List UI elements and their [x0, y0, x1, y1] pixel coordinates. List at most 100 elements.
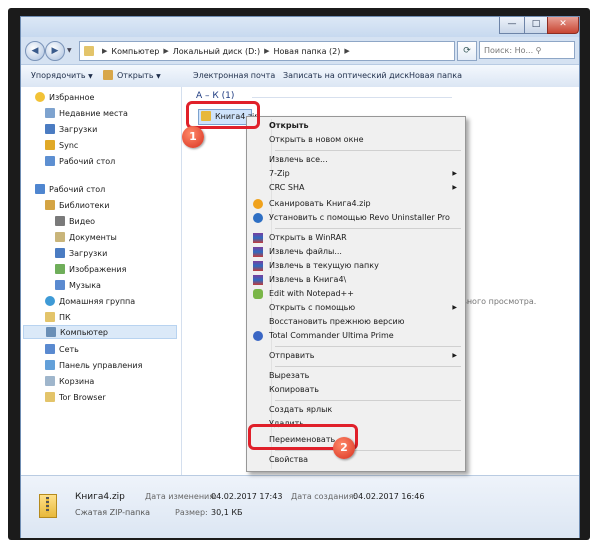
desktop-icon — [45, 156, 55, 166]
menu-label: Открыть с помощью — [269, 303, 356, 312]
menu-restore-version[interactable]: Восстановить прежнюю версию — [249, 315, 463, 329]
menu-7zip[interactable]: 7-Zip ▶ — [249, 167, 463, 181]
menu-label: Извлечь файлы... — [269, 247, 342, 256]
menu-winrar-extract[interactable]: Извлечь файлы... — [249, 245, 463, 259]
desktop-icon — [35, 184, 45, 194]
menu-open-new-window[interactable]: Открыть в новом окне — [249, 133, 463, 147]
new-folder-button[interactable]: Новая папка — [409, 69, 462, 83]
breadcrumb-computer[interactable]: Компьютер — [111, 47, 159, 56]
search-input[interactable]: Поиск: Но... ⚲ — [479, 41, 575, 59]
menu-separator — [275, 150, 461, 151]
menu-crc-sha[interactable]: CRC SHA ▶ — [249, 181, 463, 195]
recent-pages-dropdown[interactable]: ▼ — [67, 47, 72, 54]
navigation-pane: Избранное Недавние места Загрузки Sync Р… — [21, 87, 182, 475]
homegroup-icon — [45, 296, 55, 306]
breadcrumb-local-disk[interactable]: Локальный диск (D:) — [173, 47, 260, 56]
chevron-down-icon: ▼ — [88, 73, 93, 80]
arrow-left-icon: ◀ — [31, 46, 39, 56]
navigation-bar: ◀ ▶ ▼ ▶ Компьютер ▶ Локальный диск (D:) … — [21, 37, 579, 63]
nav-libraries[interactable]: Библиотеки — [45, 199, 109, 213]
breadcrumb-new-folder[interactable]: Новая папка (2) — [274, 47, 341, 56]
menu-open[interactable]: Открыть — [249, 119, 463, 133]
menu-total-commander[interactable]: Total Commander Ultima Prime — [249, 329, 463, 343]
close-button[interactable]: ✕ — [547, 17, 579, 34]
menu-separator — [275, 450, 461, 451]
menu-label: Восстановить прежнюю версию — [269, 317, 405, 326]
nav-pictures[interactable]: Изображения — [55, 263, 126, 277]
menu-copy[interactable]: Копировать — [249, 383, 463, 397]
nav-recent-places[interactable]: Недавние места — [45, 107, 128, 121]
breadcrumb-separator: ▶ — [163, 47, 169, 55]
menu-label: Создать ярлык — [269, 405, 333, 414]
menu-label: Копировать — [269, 385, 319, 394]
menu-send-to[interactable]: Отправить ▶ — [249, 349, 463, 363]
nav-label: Компьютер — [60, 328, 108, 337]
preview-pane-text: льного просмотра. — [457, 297, 537, 306]
nav-computer[interactable]: Компьютер — [23, 325, 177, 339]
winrar-icon — [253, 275, 263, 285]
minimize-button[interactable]: — — [499, 17, 525, 34]
nav-label: Tor Browser — [59, 393, 106, 402]
nav-video[interactable]: Видео — [55, 215, 95, 229]
nav-label: Документы — [69, 233, 117, 242]
documents-icon — [55, 232, 65, 242]
nav-downloads[interactable]: Загрузки — [45, 123, 97, 137]
menu-open-with[interactable]: Открыть с помощью ▶ — [249, 301, 463, 315]
nav-label: Загрузки — [59, 125, 98, 134]
menu-winrar-open[interactable]: Открыть в WinRAR — [249, 231, 463, 245]
menu-revo-install[interactable]: Установить с помощью Revo Uninstaller Pr… — [249, 211, 463, 225]
group-header[interactable]: А – К (1) — [196, 91, 234, 101]
maximize-button[interactable]: □ — [524, 17, 548, 34]
nav-control-panel[interactable]: Панель управления — [45, 359, 142, 373]
nav-documents[interactable]: Документы — [55, 231, 117, 245]
nav-homegroup[interactable]: Домашняя группа — [45, 295, 135, 309]
organize-button[interactable]: Упорядочить ▼ — [31, 69, 93, 83]
nav-pc[interactable]: ПК — [45, 311, 71, 325]
nav-label: Корзина — [59, 377, 95, 386]
submenu-arrow-icon: ▶ — [452, 352, 457, 359]
menu-properties[interactable]: Свойства — [249, 453, 463, 467]
menu-scan[interactable]: Сканировать Книга4.zip — [249, 197, 463, 211]
menu-create-shortcut[interactable]: Создать ярлык — [249, 403, 463, 417]
menu-label: Открыть в WinRAR — [269, 233, 347, 242]
details-modified-label: Дата изменения: — [145, 492, 217, 501]
nav-label: Библиотеки — [59, 201, 110, 210]
burn-button[interactable]: Записать на оптический диск — [283, 69, 409, 83]
nav-desktop[interactable]: Рабочий стол — [35, 183, 105, 197]
forward-button[interactable]: ▶ — [45, 41, 65, 61]
menu-label: 7-Zip — [269, 169, 290, 178]
file-highlight-box — [186, 101, 260, 129]
menu-label: Открыть в новом окне — [269, 135, 364, 144]
menu-winrar-extract-here[interactable]: Извлечь в текущую папку — [249, 259, 463, 273]
computer-icon — [46, 327, 56, 337]
refresh-button[interactable]: ⟳ — [457, 41, 477, 61]
submenu-arrow-icon: ▶ — [452, 304, 457, 311]
nav-label: Панель управления — [59, 361, 143, 370]
menu-label: Извлечь в Книга4\ — [269, 275, 347, 284]
address-bar[interactable]: ▶ Компьютер ▶ Локальный диск (D:) ▶ Нова… — [79, 41, 455, 61]
refresh-icon: ⟳ — [463, 46, 471, 56]
nav-music[interactable]: Музыка — [55, 279, 101, 293]
nav-network[interactable]: Сеть — [45, 343, 79, 357]
nav-label: Изображения — [69, 265, 127, 274]
email-button[interactable]: Электронная почта — [193, 69, 275, 83]
nav-lib-downloads[interactable]: Загрузки — [55, 247, 107, 261]
back-button[interactable]: ◀ — [25, 41, 45, 61]
menu-notepadpp[interactable]: Edit with Notepad++ — [249, 287, 463, 301]
menu-label: Отправить — [269, 351, 315, 360]
recycle-bin-icon — [45, 376, 55, 386]
nav-recycle-bin[interactable]: Корзина — [45, 375, 94, 389]
context-menu: Открыть Открыть в новом окне Извлечь все… — [246, 116, 466, 472]
open-button[interactable]: Открыть ▼ — [103, 69, 161, 83]
nav-favorites[interactable]: Избранное — [35, 91, 94, 105]
organize-label: Упорядочить — [31, 71, 86, 80]
menu-cut[interactable]: Вырезать — [249, 369, 463, 383]
pictures-icon — [55, 264, 65, 274]
menu-extract-all[interactable]: Извлечь все... — [249, 153, 463, 167]
nav-tor-browser[interactable]: Tor Browser — [45, 391, 106, 405]
search-icon: ⚲ — [535, 46, 542, 55]
nav-desktop-fav[interactable]: Рабочий стол — [45, 155, 115, 169]
nav-sync[interactable]: Sync — [45, 139, 78, 153]
menu-winrar-extract-to[interactable]: Извлечь в Книга4\ — [249, 273, 463, 287]
downloads-icon — [45, 124, 55, 134]
